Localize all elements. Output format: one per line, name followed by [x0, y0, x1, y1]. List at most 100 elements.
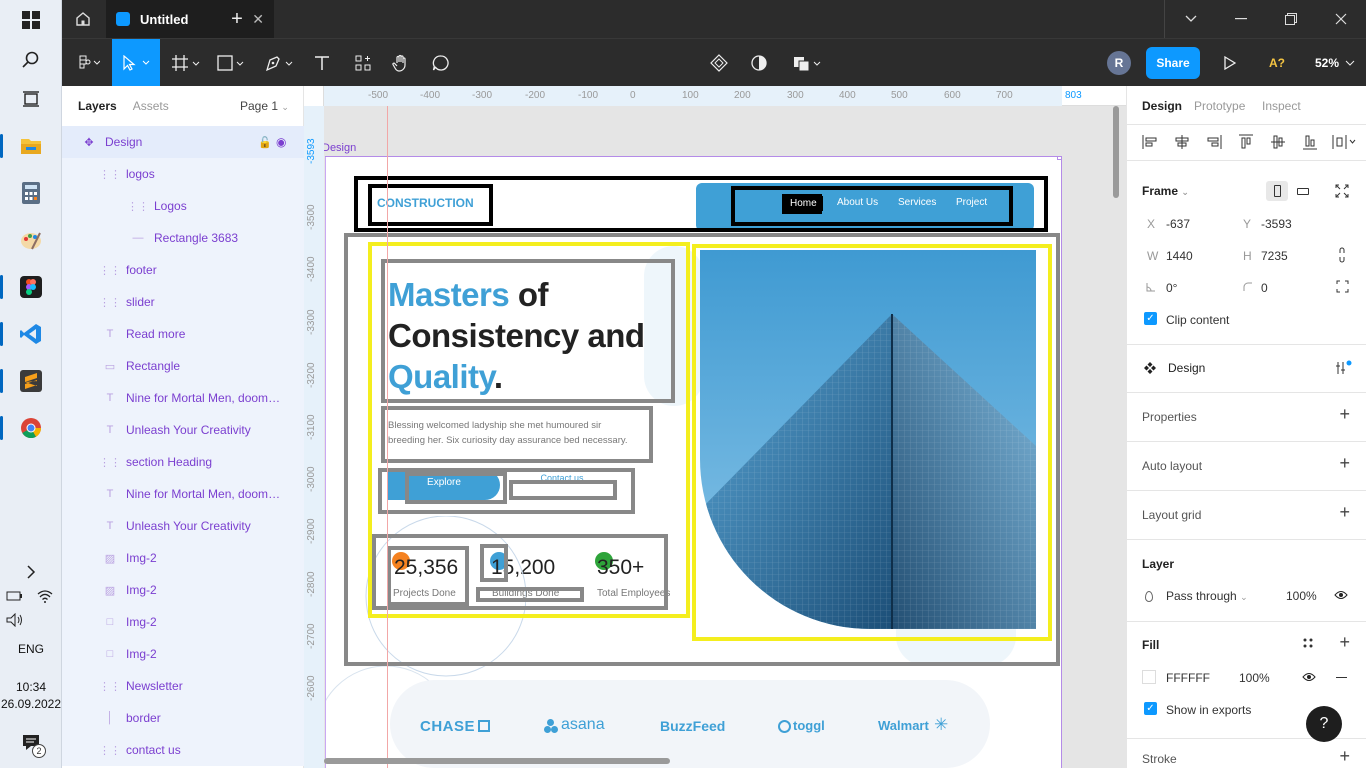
mask-contrast-icon[interactable]: [746, 39, 772, 87]
paint-icon[interactable]: [15, 224, 47, 256]
align-right-icon[interactable]: [1206, 134, 1222, 150]
add-auto-layout-plus-icon[interactable]: +: [1339, 453, 1350, 474]
hand-tool-icon[interactable]: [388, 39, 414, 87]
add-property-plus-icon[interactable]: +: [1339, 404, 1350, 425]
landscape-toggle-icon[interactable]: [1292, 181, 1314, 201]
layer-item[interactable]: ⋮⋮ contact us: [62, 734, 304, 766]
remove-fill-minus-icon[interactable]: [1336, 677, 1347, 679]
page-selector[interactable]: Page 1 ⌄: [240, 99, 289, 113]
tab-layers[interactable]: Layers: [78, 99, 117, 113]
tab-prototype[interactable]: Prototype: [1194, 99, 1245, 113]
layer-item[interactable]: T Read more: [62, 318, 304, 350]
independent-corners-icon[interactable]: [1336, 280, 1349, 293]
notification-icon[interactable]: 2: [15, 726, 47, 758]
auto-layout-section[interactable]: Auto layout: [1142, 459, 1202, 473]
component-name[interactable]: Design: [1168, 361, 1205, 375]
design-frame[interactable]: CONSTRUCTION Home About Us Services Proj…: [325, 156, 1061, 768]
restore-icon[interactable]: [1266, 0, 1316, 38]
layer-item[interactable]: T Unleash Your Creativity: [62, 510, 304, 542]
search-icon[interactable]: [15, 44, 47, 76]
layer-item[interactable]: ✥ Design 🔓 ◉: [62, 126, 304, 158]
add-fill-plus-icon[interactable]: +: [1339, 632, 1350, 653]
shape-tool-icon[interactable]: [214, 39, 250, 87]
layer-item[interactable]: T Nine for Mortal Men, doomed ...: [62, 382, 304, 414]
vscode-icon[interactable]: [0, 318, 47, 350]
new-tab-plus-icon[interactable]: +: [226, 0, 248, 38]
main-menu-figma-icon[interactable]: [70, 39, 106, 87]
a11y-font-button[interactable]: A?: [1262, 39, 1292, 87]
resources-icon[interactable]: [350, 39, 376, 87]
layer-item[interactable]: □ Img-2: [62, 606, 304, 638]
corner-radius-input[interactable]: 0: [1261, 281, 1268, 295]
horizontal-scrollbar[interactable]: [324, 758, 670, 764]
close-tab-icon[interactable]: ✕: [252, 11, 264, 28]
layer-item[interactable]: □ Img-2: [62, 638, 304, 670]
distribute-icon[interactable]: [1332, 134, 1356, 150]
width-input[interactable]: 1440: [1166, 249, 1193, 263]
layer-item[interactable]: ⋮⋮ section Heading: [62, 446, 304, 478]
show-in-exports-checkbox[interactable]: ✓: [1144, 702, 1157, 715]
clip-content-checkbox[interactable]: ✓: [1144, 312, 1157, 325]
layer-item[interactable]: T Nine for Mortal Men, doomed ...: [62, 478, 304, 510]
layer-item[interactable]: T Unleash Your Creativity: [62, 414, 304, 446]
tab-design[interactable]: Design: [1142, 99, 1182, 113]
fill-hex-input[interactable]: FFFFFF: [1166, 671, 1210, 685]
help-button[interactable]: ?: [1306, 706, 1342, 742]
pen-tool-icon[interactable]: [260, 39, 300, 87]
layer-eye-icon[interactable]: ◉: [276, 135, 286, 149]
frame-name-label[interactable]: Design: [322, 142, 356, 154]
align-vertical-center-icon[interactable]: [1270, 134, 1286, 150]
component-settings-icon[interactable]: [1335, 359, 1353, 377]
x-input[interactable]: -637: [1166, 217, 1190, 231]
stroke-section[interactable]: Stroke: [1142, 752, 1177, 766]
volume-icon[interactable]: [4, 604, 26, 636]
y-input[interactable]: -3593: [1261, 217, 1292, 231]
sublime-text-icon[interactable]: [0, 365, 47, 397]
close-window-icon[interactable]: [1316, 0, 1366, 38]
components-icon[interactable]: [706, 39, 732, 87]
share-button[interactable]: Share: [1146, 39, 1200, 87]
user-avatar[interactable]: R: [1106, 39, 1132, 87]
blend-mode-dropdown[interactable]: Pass through ⌄: [1166, 589, 1248, 603]
layer-visibility-eye-icon[interactable]: [1334, 590, 1348, 600]
zoom-dropdown[interactable]: 52%: [1308, 39, 1362, 87]
windows-start-icon[interactable]: [15, 4, 47, 36]
properties-section[interactable]: Properties: [1142, 410, 1197, 424]
layer-item[interactable]: ⋮⋮ Logos: [62, 190, 304, 222]
layer-item[interactable]: ⋮⋮ footer: [62, 254, 304, 286]
file-explorer-icon[interactable]: [0, 130, 47, 162]
layer-item[interactable]: ⋮⋮ slider: [62, 286, 304, 318]
add-layout-grid-plus-icon[interactable]: +: [1339, 502, 1350, 523]
layer-unlock-icon[interactable]: 🔓: [258, 136, 272, 149]
fill-opacity-input[interactable]: 100%: [1239, 671, 1270, 685]
minimize-icon[interactable]: [1216, 0, 1266, 38]
layer-item[interactable]: │ border: [62, 702, 304, 734]
frame-tool-icon[interactable]: [168, 39, 204, 87]
align-bottom-icon[interactable]: [1302, 134, 1318, 150]
home-icon[interactable]: [70, 0, 96, 38]
layer-item[interactable]: ▨ Img-2: [62, 574, 304, 606]
layer-item[interactable]: ⋮⋮ logos: [62, 158, 304, 190]
fill-color-swatch[interactable]: [1142, 670, 1156, 684]
figma-app-icon[interactable]: [0, 271, 47, 303]
rotation-input[interactable]: 0°: [1166, 281, 1177, 295]
wifi-icon[interactable]: [34, 580, 56, 612]
constrain-proportions-icon[interactable]: [1337, 247, 1347, 263]
add-stroke-plus-icon[interactable]: +: [1339, 746, 1350, 767]
layout-grid-section[interactable]: Layout grid: [1142, 508, 1201, 522]
layer-item[interactable]: ⋮⋮ Newsletter: [62, 670, 304, 702]
calculator-icon[interactable]: [15, 177, 47, 209]
tabs-dropdown-chevron-icon[interactable]: [1166, 0, 1216, 38]
portrait-toggle-icon[interactable]: [1266, 181, 1288, 201]
text-tool-icon[interactable]: [310, 39, 334, 87]
align-horizontal-center-icon[interactable]: [1174, 134, 1190, 150]
task-view-icon[interactable]: [15, 83, 47, 115]
design-canvas[interactable]: CONSTRUCTION Home About Us Services Proj…: [304, 86, 1126, 768]
align-top-icon[interactable]: [1238, 134, 1254, 150]
layer-item[interactable]: — Rectangle 3683: [62, 222, 304, 254]
clock-time[interactable]: 10:34: [0, 680, 62, 694]
present-play-icon[interactable]: [1218, 39, 1242, 87]
fill-visibility-eye-icon[interactable]: [1302, 672, 1316, 682]
vertical-scrollbar[interactable]: [1113, 106, 1119, 198]
resize-to-fit-icon[interactable]: [1335, 184, 1349, 198]
